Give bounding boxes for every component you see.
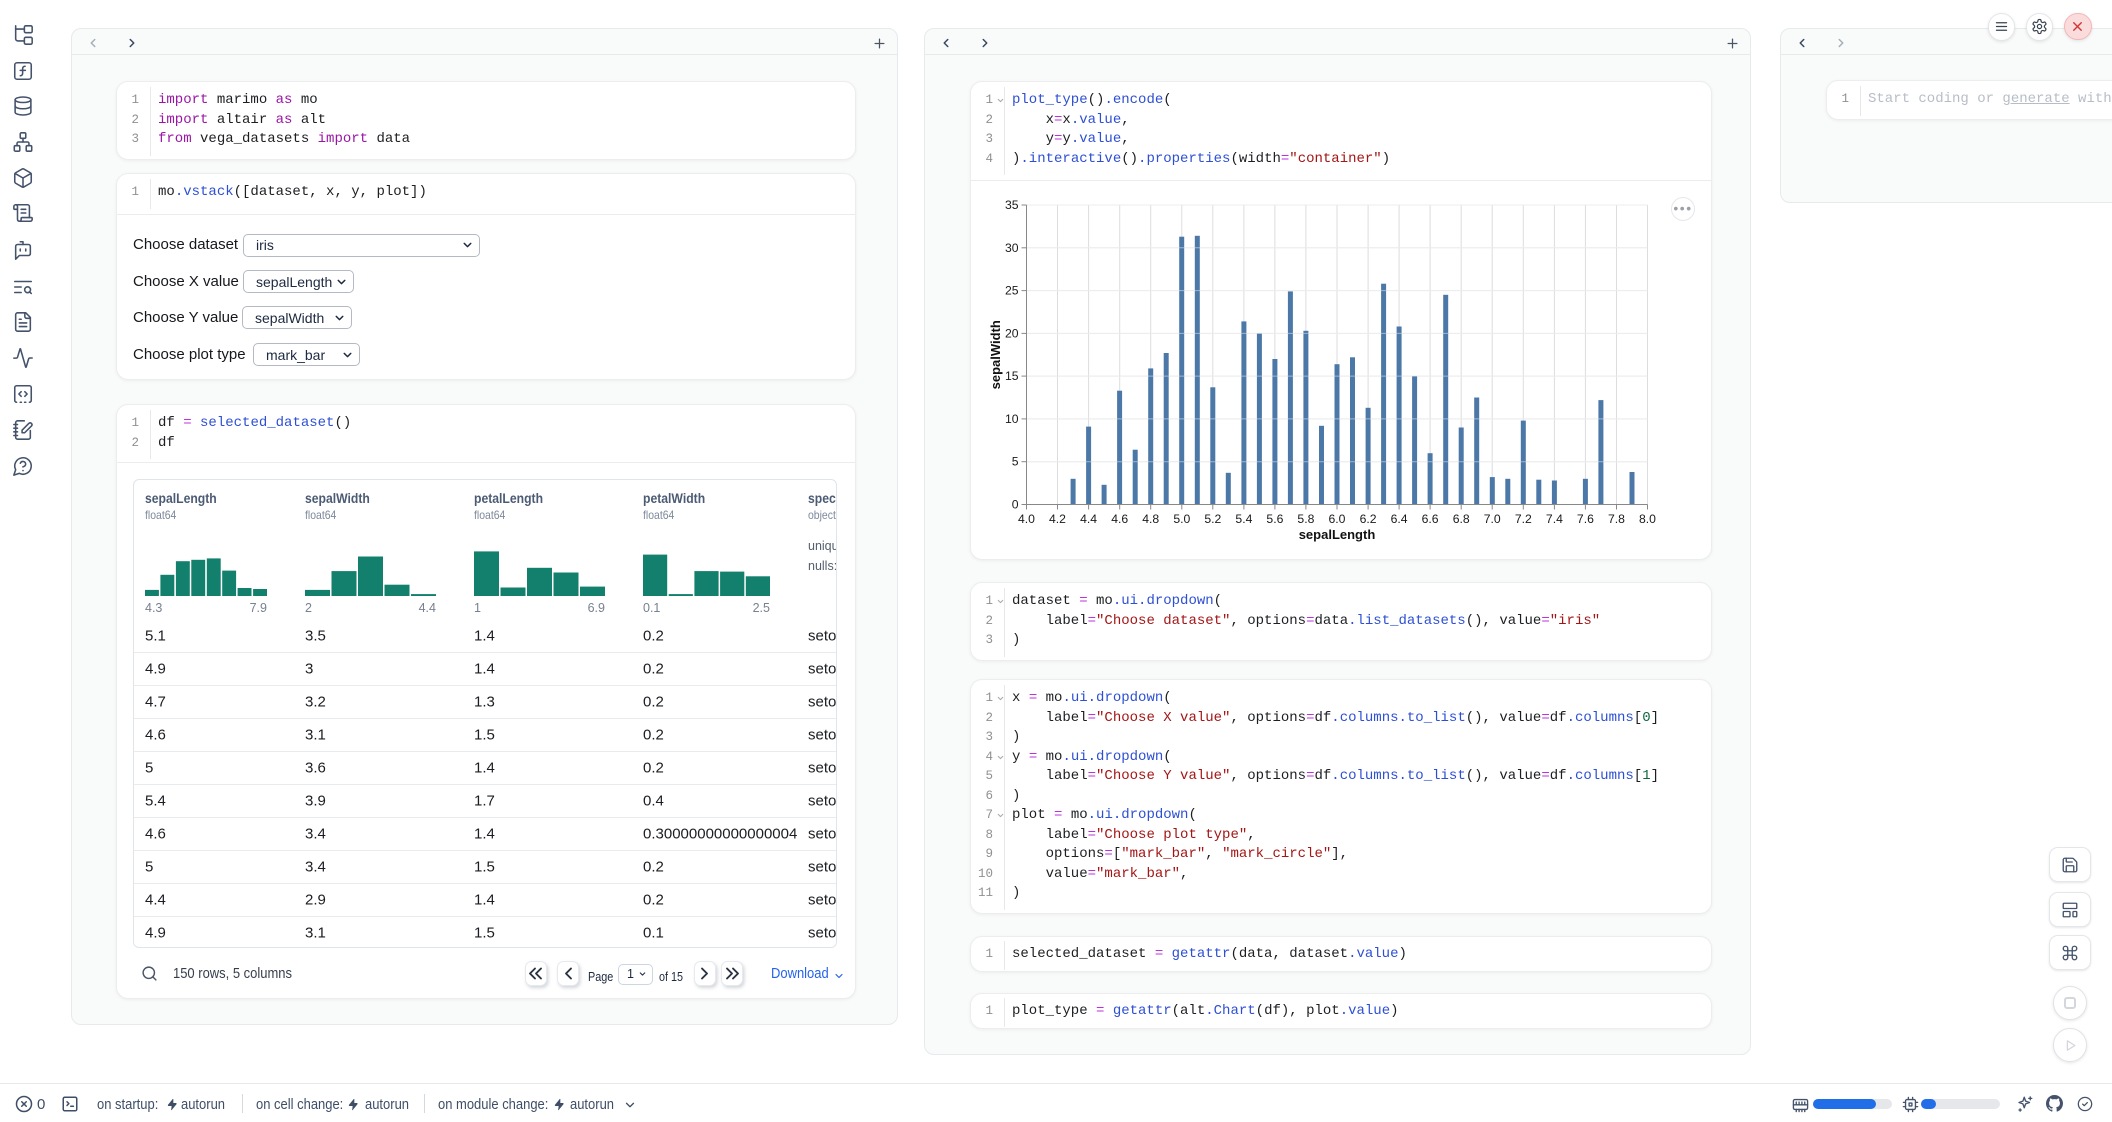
svg-text:5.8: 5.8	[1297, 512, 1314, 526]
svg-text:6.6: 6.6	[1422, 512, 1439, 526]
svg-text:7.8: 7.8	[1608, 512, 1625, 526]
svg-text:20: 20	[1005, 326, 1019, 340]
svg-text:5.6: 5.6	[1266, 512, 1283, 526]
svg-text:5.0: 5.0	[1173, 512, 1190, 526]
svg-text:6.8: 6.8	[1453, 512, 1470, 526]
svg-text:15: 15	[1005, 369, 1019, 383]
svg-text:7.4: 7.4	[1546, 512, 1563, 526]
svg-text:5: 5	[1012, 455, 1019, 469]
svg-text:4.8: 4.8	[1142, 512, 1159, 526]
svg-text:5.4: 5.4	[1235, 512, 1252, 526]
svg-text:35: 35	[1005, 198, 1019, 212]
svg-text:4.6: 4.6	[1111, 512, 1128, 526]
svg-text:6.2: 6.2	[1360, 512, 1377, 526]
svg-text:4.4: 4.4	[1080, 512, 1097, 526]
svg-text:10: 10	[1005, 412, 1019, 426]
svg-text:7.0: 7.0	[1484, 512, 1501, 526]
svg-text:6.4: 6.4	[1391, 512, 1408, 526]
svg-text:7.2: 7.2	[1515, 512, 1532, 526]
svg-text:7.6: 7.6	[1577, 512, 1594, 526]
svg-text:30: 30	[1005, 241, 1019, 255]
svg-text:4.0: 4.0	[1018, 512, 1035, 526]
svg-text:0: 0	[1012, 498, 1019, 512]
svg-text:sepalLength: sepalLength	[1299, 527, 1376, 542]
svg-text:4.2: 4.2	[1049, 512, 1066, 526]
svg-text:8.0: 8.0	[1639, 512, 1656, 526]
svg-text:5.2: 5.2	[1204, 512, 1221, 526]
svg-text:sepalWidth: sepalWidth	[988, 320, 1003, 389]
svg-text:6.0: 6.0	[1329, 512, 1346, 526]
svg-text:25: 25	[1005, 284, 1019, 298]
